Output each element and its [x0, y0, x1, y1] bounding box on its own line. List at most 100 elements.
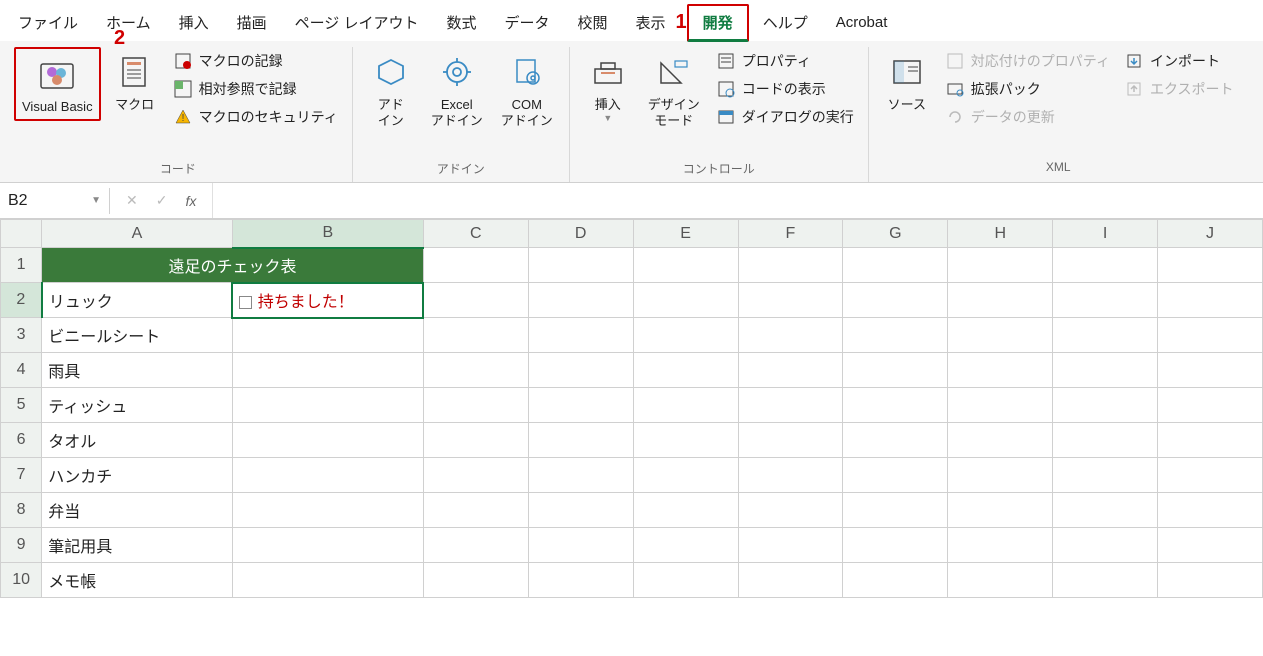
- menu-file[interactable]: ファイル: [4, 6, 92, 39]
- cell-J6[interactable]: [1158, 423, 1263, 458]
- row-header-6[interactable]: 6: [1, 423, 42, 458]
- row-header-10[interactable]: 10: [1, 563, 42, 598]
- cell-D8[interactable]: [528, 493, 633, 528]
- menu-page-layout[interactable]: ページ レイアウト: [281, 6, 433, 39]
- menu-formulas[interactable]: 数式: [432, 6, 490, 39]
- cell-C8[interactable]: [423, 493, 528, 528]
- cell-H2[interactable]: [948, 283, 1053, 318]
- cancel-icon[interactable]: ✕: [126, 192, 138, 209]
- map-properties-button[interactable]: 対応付けのプロパティ: [941, 49, 1114, 73]
- cell-I1[interactable]: [1053, 248, 1158, 283]
- cell-H3[interactable]: [948, 318, 1053, 353]
- cell-F8[interactable]: [738, 493, 843, 528]
- cell-J3[interactable]: [1158, 318, 1263, 353]
- cell-B6[interactable]: [232, 423, 423, 458]
- cell-I2[interactable]: [1053, 283, 1158, 318]
- cell-A4[interactable]: 雨具: [42, 353, 233, 388]
- export-button[interactable]: エクスポート: [1120, 77, 1238, 101]
- relative-ref-button[interactable]: 相対参照で記録: [169, 77, 342, 101]
- cell-C5[interactable]: [423, 388, 528, 423]
- cell-A3[interactable]: ビニールシート: [42, 318, 233, 353]
- row-header-2[interactable]: 2: [1, 283, 42, 318]
- cell-J7[interactable]: [1158, 458, 1263, 493]
- cell-C6[interactable]: [423, 423, 528, 458]
- cell-H4[interactable]: [948, 353, 1053, 388]
- col-header-D[interactable]: D: [528, 220, 633, 248]
- cell-I8[interactable]: [1053, 493, 1158, 528]
- expansion-pack-button[interactable]: 拡張パック: [941, 77, 1114, 101]
- cell-E4[interactable]: [633, 353, 738, 388]
- row-header-8[interactable]: 8: [1, 493, 42, 528]
- cell-H7[interactable]: [948, 458, 1053, 493]
- confirm-icon[interactable]: ✓: [156, 192, 168, 209]
- cell-B8[interactable]: [232, 493, 423, 528]
- name-box[interactable]: B2 ▼: [0, 188, 110, 214]
- cell-J8[interactable]: [1158, 493, 1263, 528]
- cell-D10[interactable]: [528, 563, 633, 598]
- checkbox[interactable]: [239, 296, 252, 309]
- cell-F6[interactable]: [738, 423, 843, 458]
- macro-button[interactable]: マクロ: [107, 47, 163, 117]
- row-header-7[interactable]: 7: [1, 458, 42, 493]
- cell-G10[interactable]: [843, 563, 948, 598]
- table-header[interactable]: 遠足のチェック表: [42, 248, 424, 283]
- cell-E6[interactable]: [633, 423, 738, 458]
- cell-A8[interactable]: 弁当: [42, 493, 233, 528]
- cell-C9[interactable]: [423, 528, 528, 563]
- addins-button[interactable]: アド イン: [363, 47, 419, 132]
- menu-draw[interactable]: 描画: [223, 6, 281, 39]
- cell-D5[interactable]: [528, 388, 633, 423]
- cell-B10[interactable]: [232, 563, 423, 598]
- cell-C7[interactable]: [423, 458, 528, 493]
- cell-H8[interactable]: [948, 493, 1053, 528]
- cell-B9[interactable]: [232, 528, 423, 563]
- cell-G7[interactable]: [843, 458, 948, 493]
- macro-security-button[interactable]: ! マクロのセキュリティ: [169, 105, 342, 129]
- cell-B7[interactable]: [232, 458, 423, 493]
- cell-E9[interactable]: [633, 528, 738, 563]
- cell-D2[interactable]: [528, 283, 633, 318]
- record-macro-button[interactable]: マクロの記録: [169, 49, 342, 73]
- excel-addins-button[interactable]: Excel アドイン: [425, 47, 489, 132]
- menu-view[interactable]: 表示: [622, 6, 680, 39]
- cell-F7[interactable]: [738, 458, 843, 493]
- properties-button[interactable]: プロパティ: [712, 49, 858, 73]
- com-addins-button[interactable]: COM アドイン: [495, 47, 559, 132]
- import-button[interactable]: インポート: [1120, 49, 1238, 73]
- fx-icon[interactable]: fx: [185, 193, 196, 209]
- cell-G8[interactable]: [843, 493, 948, 528]
- cell-E10[interactable]: [633, 563, 738, 598]
- cell-J10[interactable]: [1158, 563, 1263, 598]
- row-header-5[interactable]: 5: [1, 388, 42, 423]
- col-header-C[interactable]: C: [423, 220, 528, 248]
- cell-D9[interactable]: [528, 528, 633, 563]
- refresh-data-button[interactable]: データの更新: [941, 105, 1114, 129]
- cell-J1[interactable]: [1158, 248, 1263, 283]
- cell-A6[interactable]: タオル: [42, 423, 233, 458]
- cell-I7[interactable]: [1053, 458, 1158, 493]
- cell-J5[interactable]: [1158, 388, 1263, 423]
- cell-B3[interactable]: [232, 318, 423, 353]
- cell-G6[interactable]: [843, 423, 948, 458]
- menu-help[interactable]: ヘルプ: [749, 6, 822, 39]
- cell-I9[interactable]: [1053, 528, 1158, 563]
- cell-H9[interactable]: [948, 528, 1053, 563]
- menu-home[interactable]: ホーム: [92, 6, 165, 39]
- cell-F4[interactable]: [738, 353, 843, 388]
- cell-C1[interactable]: [423, 248, 528, 283]
- cell-F10[interactable]: [738, 563, 843, 598]
- cell-E1[interactable]: [633, 248, 738, 283]
- cell-E8[interactable]: [633, 493, 738, 528]
- view-code-button[interactable]: コードの表示: [712, 77, 858, 101]
- cell-E7[interactable]: [633, 458, 738, 493]
- cell-G3[interactable]: [843, 318, 948, 353]
- cell-A7[interactable]: ハンカチ: [42, 458, 233, 493]
- row-header-9[interactable]: 9: [1, 528, 42, 563]
- cell-H5[interactable]: [948, 388, 1053, 423]
- cell-D4[interactable]: [528, 353, 633, 388]
- insert-control-button[interactable]: 挿入 ▼: [580, 47, 636, 127]
- cell-B5[interactable]: [232, 388, 423, 423]
- cell-G2[interactable]: [843, 283, 948, 318]
- run-dialog-button[interactable]: ダイアログの実行: [712, 105, 858, 129]
- col-header-B[interactable]: B: [232, 220, 423, 248]
